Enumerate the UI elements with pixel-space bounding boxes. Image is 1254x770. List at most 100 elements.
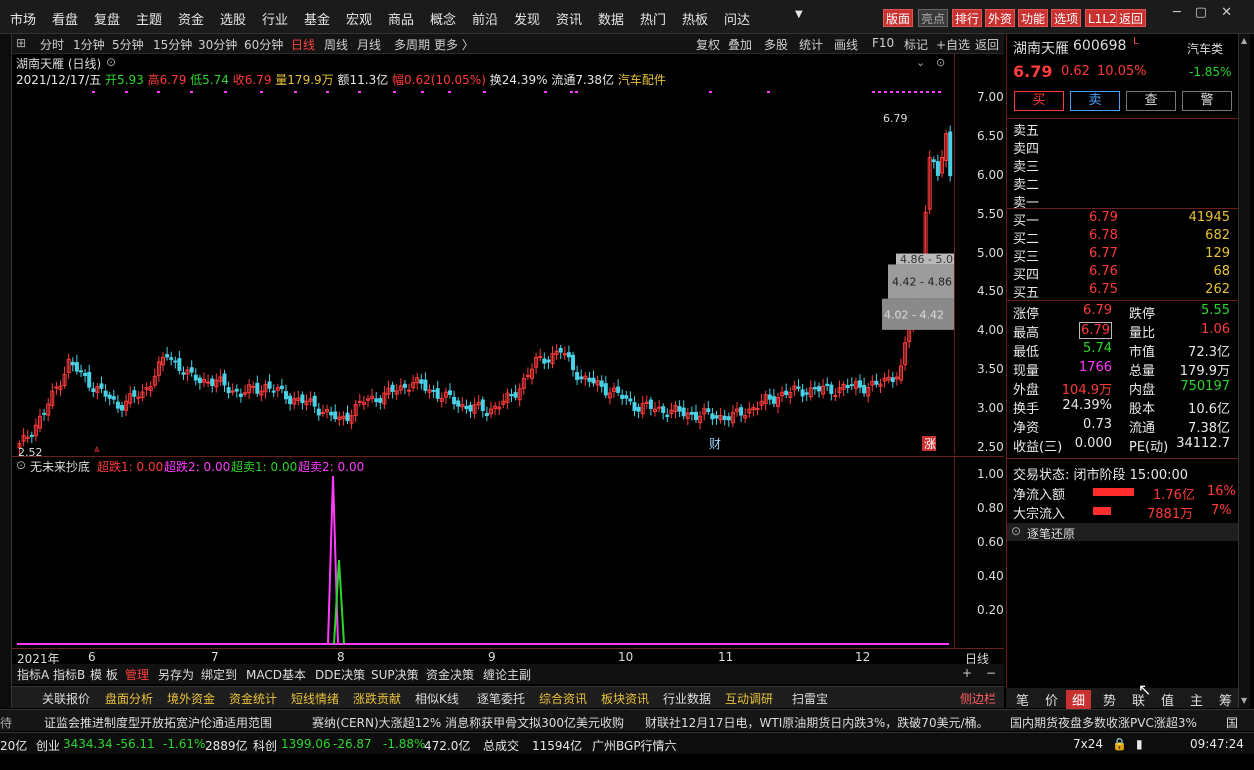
news-item-0[interactable]: 证监会推进制度型开放拓宽沪伦通适用范围 (44, 714, 272, 731)
top-button-5[interactable]: 选项 (1051, 9, 1082, 27)
indicator-tool-2[interactable]: 模 板 (90, 666, 118, 683)
news-item-1[interactable]: 赛纳(CERN)大涨超12% 消息称获甲骨文拟300亿美元收购 (312, 714, 624, 731)
trade-button-1[interactable]: 卖 (1070, 91, 1120, 111)
board-name[interactable]: 汽车类 (1187, 40, 1223, 57)
period-0[interactable]: 分时 (40, 36, 64, 53)
candlestick-chart[interactable]: 4.86 - 5.0 4.42 - 4.86 4.02 - 4.42 2.52 6.79… (12, 90, 954, 456)
menu-item-8[interactable]: 宏观 (346, 9, 372, 28)
menu-item-5[interactable]: 选股 (220, 9, 246, 28)
bottom-nav-5[interactable]: 涨跌贡献 (353, 690, 401, 707)
bottom-nav-8[interactable]: 综合资讯 (539, 690, 587, 707)
tool-5[interactable]: F10 (872, 36, 894, 50)
tool-6[interactable]: 标记 (904, 36, 928, 53)
zoom-out-icon[interactable]: − (986, 666, 996, 680)
indicator-tool-8[interactable]: SUP决策 (371, 666, 419, 683)
kechuang-index[interactable]: 1399.06 (281, 737, 331, 751)
detail-tab-1[interactable]: 价 (1045, 690, 1058, 709)
top-button-4[interactable]: 功能 (1018, 9, 1049, 27)
menu-item-0[interactable]: 市场 (10, 9, 36, 28)
indicator-tool-9[interactable]: 资金决策 (426, 666, 474, 683)
window-controls[interactable]: ─▢✕ (1173, 5, 1246, 20)
sidebar-toggle[interactable]: 侧边栏 (960, 690, 996, 707)
menu-item-14[interactable]: 数据 (598, 9, 624, 28)
indicator-tool-1[interactable]: 指标B (53, 666, 85, 683)
menu-item-15[interactable]: 热门 (640, 9, 666, 28)
menu-item-6[interactable]: 行业 (262, 9, 288, 28)
indicator-tool-7[interactable]: DDE决策 (315, 666, 365, 683)
chart-minimize-icon[interactable]: ⌄ (916, 56, 925, 69)
indicator-tool-0[interactable]: 指标A (17, 666, 49, 683)
period-9[interactable]: 多周期 (394, 36, 430, 53)
indicator-tool-3[interactable]: 管理 (125, 666, 149, 683)
tool-2[interactable]: 多股 (764, 36, 788, 53)
scroll-up-icon[interactable]: ▲ (1241, 36, 1247, 45)
menu-item-3[interactable]: 主题 (136, 9, 162, 28)
zoom-in-icon[interactable]: + (962, 666, 972, 680)
period-7[interactable]: 周线 (324, 36, 348, 53)
bottom-nav-12[interactable]: 扫雷宝 (792, 690, 828, 707)
menu-item-11[interactable]: 前沿 (472, 9, 498, 28)
grid-mode[interactable]: 7x24 (1073, 737, 1103, 751)
tick-restore-bar[interactable]: ⊙ 逐笔还原 (1007, 523, 1239, 541)
menu-item-7[interactable]: 基金 (304, 9, 330, 28)
tool-3[interactable]: 统计 (799, 36, 823, 53)
top-button-2[interactable]: 排行 (952, 9, 983, 27)
menu-item-12[interactable]: 发现 (514, 9, 540, 28)
detail-tab-7[interactable]: 筹 (1219, 690, 1232, 709)
chart-close-icon[interactable]: ⊙ (936, 56, 945, 69)
trade-button-0[interactable]: 买 (1014, 91, 1064, 111)
menu-item-1[interactable]: 看盘 (52, 9, 78, 28)
indicator-settings-icon[interactable]: ⊙ (16, 458, 26, 472)
menu-dropdown-icon[interactable]: ▼ (795, 9, 803, 20)
bottom-nav-1[interactable]: 盘面分析 (105, 690, 153, 707)
bottom-nav-6[interactable]: 相似K线 (415, 690, 459, 707)
period-2[interactable]: 5分钟 (112, 36, 144, 53)
tool-7[interactable]: +自选 (936, 36, 970, 53)
detail-tab-3[interactable]: 势 (1103, 690, 1116, 709)
top-button-6[interactable]: L1L2 (1085, 9, 1120, 27)
indicator-tool-4[interactable]: 另存为 (158, 666, 194, 683)
bottom-nav-2[interactable]: 境外资金 (167, 690, 215, 707)
period-8[interactable]: 月线 (357, 36, 381, 53)
right-scrollbar[interactable]: ▲ ▼ (1238, 34, 1250, 708)
news-item-3[interactable]: 国内期货夜盘多数收涨PVC涨超3% (1010, 714, 1197, 731)
info-sector[interactable]: 汽车配件 (618, 73, 666, 87)
menu-item-16[interactable]: 热板 (682, 9, 708, 28)
menu-item-13[interactable]: 资讯 (556, 9, 582, 28)
top-button-0[interactable]: 版面 (883, 9, 914, 27)
collapse-icon[interactable]: ⊞ (16, 36, 26, 50)
trade-button-3[interactable]: 警 (1182, 91, 1232, 111)
bottom-nav-4[interactable]: 短线情绪 (291, 690, 339, 707)
scroll-down-icon[interactable]: ▼ (1241, 696, 1247, 705)
bottom-nav-3[interactable]: 资金统计 (229, 690, 277, 707)
bottom-nav-0[interactable]: 关联报价 (42, 690, 90, 707)
top-button-3[interactable]: 外资 (985, 9, 1016, 27)
period-1[interactable]: 1分钟 (73, 36, 105, 53)
lock-icon[interactable]: 🔒 (1112, 737, 1127, 751)
bottom-nav-7[interactable]: 逐笔委托 (477, 690, 525, 707)
menu-item-10[interactable]: 概念 (430, 9, 456, 28)
indicator-chart[interactable] (12, 472, 954, 648)
menu-item-4[interactable]: 资金 (178, 9, 204, 28)
detail-tab-2[interactable]: 细 (1066, 690, 1092, 709)
chuangye-index[interactable]: 3434.34 (63, 737, 113, 751)
news-item-2[interactable]: 财联社12月17日电，WTI原油期货日内跌3%，跌破70美元/桶。 (645, 714, 989, 731)
detail-tab-5[interactable]: 值 (1161, 690, 1174, 709)
period-5[interactable]: 60分钟 (244, 36, 283, 53)
chart-settings-icon[interactable]: ⊙ (106, 55, 116, 69)
bottom-nav-10[interactable]: 行业数据 (663, 690, 711, 707)
indicator-tool-5[interactable]: 绑定到 (201, 666, 237, 683)
indicator-tool-6[interactable]: MACD基本 (246, 666, 306, 683)
detail-tab-6[interactable]: 主 (1190, 690, 1203, 709)
top-button-1[interactable]: 亮点 (918, 9, 949, 27)
bottom-nav-9[interactable]: 板块资讯 (601, 690, 649, 707)
menu-item-9[interactable]: 商品 (388, 9, 414, 28)
broker-server[interactable]: 广州BGP行情六 (592, 737, 677, 754)
menu-item-2[interactable]: 复盘 (94, 9, 120, 28)
bottom-nav-11[interactable]: 互动调研 (725, 690, 773, 707)
menu-item-17[interactable]: 问达 (724, 9, 750, 28)
detail-tab-0[interactable]: 笔 (1016, 690, 1029, 709)
tool-4[interactable]: 画线 (834, 36, 858, 53)
tool-1[interactable]: 叠加 (728, 36, 752, 53)
period-6[interactable]: 日线 (291, 36, 315, 53)
